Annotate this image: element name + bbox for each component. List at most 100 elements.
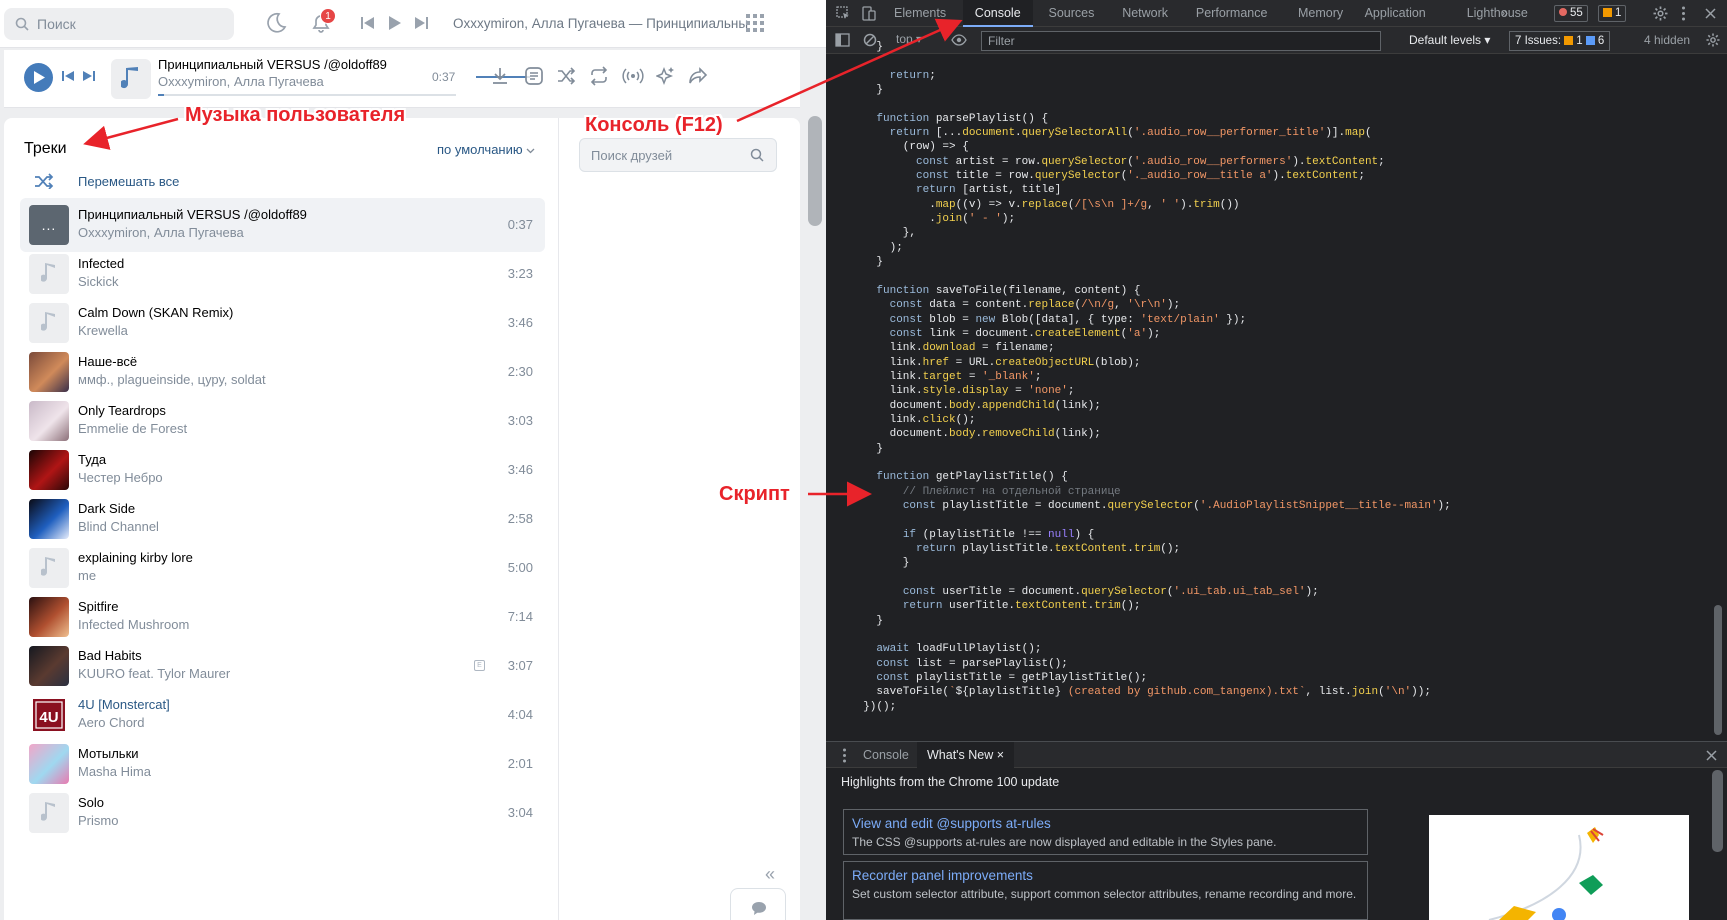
track-artist[interactable]: me	[78, 568, 96, 583]
player-next-icon[interactable]	[83, 70, 95, 82]
page-scrollbar[interactable]	[808, 116, 822, 226]
tracks-tab-title[interactable]: Треки	[24, 140, 67, 158]
track-title[interactable]: Принципиальный VERSUS /@oldoff89	[78, 207, 307, 222]
track-title[interactable]: 4U [Monstercat]	[78, 697, 170, 712]
track-title[interactable]: explaining kirby lore	[78, 550, 193, 565]
track-row[interactable]: Spitfire Infected Mushroom 7:14	[20, 590, 545, 644]
track-artist[interactable]: Честер Небро	[78, 470, 163, 485]
share-icon[interactable]	[688, 66, 708, 86]
track-row[interactable]: Наше-всё ммф., plagueinside, цуру, soldat…	[20, 345, 545, 399]
track-artist[interactable]: ммф., plagueinside, цуру, soldat	[78, 372, 266, 387]
track-title[interactable]: Туда	[78, 452, 106, 467]
devtools-tab-application[interactable]: Application	[1365, 0, 1426, 27]
repeat-icon[interactable]	[589, 66, 609, 86]
next-track-icon[interactable]	[415, 16, 428, 30]
track-cover-art[interactable]	[29, 499, 69, 539]
devtools-tab-sources[interactable]: Sources	[1049, 0, 1095, 27]
collapse-panel-button[interactable]: «	[765, 864, 775, 885]
track-row[interactable]: Мотыльки Masha Hima 2:01	[20, 737, 545, 791]
track-row[interactable]: ... Принципиальный VERSUS /@oldoff89 Oxxxy…	[20, 198, 545, 252]
whats-new-card[interactable]: Recorder panel improvements Set custom s…	[843, 861, 1368, 920]
close-icon[interactable]	[1705, 8, 1716, 19]
track-row[interactable]: Infected Sickick 3:23	[20, 247, 545, 301]
track-title[interactable]: Calm Down (SKAN Remix)	[78, 305, 233, 320]
track-artist[interactable]: Aero Chord	[78, 715, 144, 730]
whats-new-card-title[interactable]: Recorder panel improvements	[852, 868, 1359, 883]
settings-gear-icon[interactable]	[1653, 6, 1668, 21]
play-icon[interactable]	[389, 16, 401, 30]
track-artist[interactable]: Krewella	[78, 323, 128, 338]
devtools-tab-performance[interactable]: Performance	[1196, 0, 1268, 27]
track-row[interactable]: Calm Down (SKAN Remix) Krewella 3:46	[20, 296, 545, 350]
track-cover-placeholder[interactable]	[29, 793, 69, 833]
track-cover-art[interactable]	[29, 646, 69, 686]
track-title[interactable]: Bad Habits	[78, 648, 142, 663]
track-cover-art[interactable]	[29, 744, 69, 784]
shuffle-icon[interactable]	[556, 66, 576, 86]
track-cover-art[interactable]	[29, 450, 69, 490]
track-cover-art[interactable]	[29, 352, 69, 392]
devtools-tab-elements[interactable]: Elements	[894, 0, 946, 27]
track-title[interactable]: Infected	[78, 256, 124, 271]
track-artist[interactable]: Prismo	[78, 813, 118, 828]
track-cover-playing[interactable]: ...	[29, 205, 69, 245]
error-count-badge[interactable]: 55	[1554, 5, 1588, 22]
sort-dropdown[interactable]: по умолчанию	[437, 142, 535, 157]
track-row[interactable]: Solo Prismo 3:04	[20, 786, 545, 840]
track-artist[interactable]: Masha Hima	[78, 764, 151, 779]
track-cover-art[interactable]: 4U	[29, 695, 69, 735]
broadcast-icon[interactable]	[622, 66, 644, 86]
console-scrollbar-thumb[interactable]	[1714, 605, 1722, 735]
apps-grid-icon[interactable]	[746, 14, 764, 32]
search-input[interactable]: Поиск	[4, 8, 234, 40]
moon-icon[interactable]	[265, 12, 287, 34]
more-tabs-button[interactable]: »	[1501, 0, 1508, 27]
track-row[interactable]: 4U 4U [Monstercat] Aero Chord 4:04	[20, 688, 545, 742]
track-artist[interactable]: Sickick	[78, 274, 118, 289]
console-code-editor[interactable]: } return; } function parsePlaylist() { r…	[826, 40, 1711, 740]
messenger-button[interactable]	[730, 888, 786, 920]
player-progress-bar[interactable]	[158, 94, 456, 96]
track-artist[interactable]: Infected Mushroom	[78, 617, 189, 632]
track-title[interactable]: Мотыльки	[78, 746, 139, 761]
warning-count-badge[interactable]: 1	[1598, 5, 1627, 22]
whats-new-card-title[interactable]: View and edit @supports at-rules	[852, 816, 1359, 831]
track-cover-placeholder[interactable]	[29, 303, 69, 343]
track-artist[interactable]: Oxxxymiron, Алла Пугачева	[78, 225, 244, 240]
track-row[interactable]: explaining kirby lore me 5:00	[20, 541, 545, 595]
player-track-artist[interactable]: Oxxxymiron, Алла Пугачева	[158, 74, 324, 89]
track-row[interactable]: Туда Честер Небро 3:46	[20, 443, 545, 497]
devtools-tab-console[interactable]: Console	[962, 0, 1033, 27]
player-play-button[interactable]	[24, 63, 53, 92]
track-cover-art[interactable]	[29, 597, 69, 637]
whats-new-scrollbar[interactable]	[1712, 770, 1723, 852]
track-artist[interactable]: Emmelie de Forest	[78, 421, 187, 436]
download-icon[interactable]	[490, 66, 510, 86]
close-drawer-icon[interactable]	[1706, 750, 1717, 761]
track-title[interactable]: Solo	[78, 795, 104, 810]
devtools-tab-memory[interactable]: Memory	[1298, 0, 1343, 27]
devtools-tab-network[interactable]: Network	[1122, 0, 1168, 27]
device-toolbar-icon[interactable]	[861, 6, 876, 21]
track-row[interactable]: Bad Habits KUURO feat. Tylor Maurer E 3:07	[20, 639, 545, 693]
whats-new-card[interactable]: View and edit @supports at-rules The CSS…	[843, 809, 1368, 855]
track-row[interactable]: Only Teardrops Emmelie de Forest 3:03	[20, 394, 545, 448]
track-artist[interactable]: KUURO feat. Tylor Maurer	[78, 666, 230, 681]
friends-search-input[interactable]: Поиск друзей	[579, 138, 777, 172]
more-vertical-icon[interactable]	[1681, 6, 1686, 21]
inspect-element-icon[interactable]	[836, 6, 851, 21]
drawer-more-icon[interactable]	[842, 748, 847, 763]
track-artist[interactable]: Blind Channel	[78, 519, 159, 534]
recommendations-sparkle-icon[interactable]	[656, 66, 676, 86]
track-title[interactable]: Only Teardrops	[78, 403, 166, 418]
track-cover-art[interactable]	[29, 401, 69, 441]
lyrics-icon[interactable]	[524, 66, 544, 86]
drawer-tab-console[interactable]: Console	[853, 742, 919, 769]
track-cover-placeholder[interactable]	[29, 254, 69, 294]
track-title[interactable]: Наше-всё	[78, 354, 137, 369]
header-now-playing[interactable]: Oxxxymiron, Алла Пугачева — Принципиальн…	[453, 16, 748, 31]
track-cover-placeholder[interactable]	[29, 548, 69, 588]
drawer-tab-whats-new[interactable]: What's New ×	[917, 742, 1015, 769]
prev-track-icon[interactable]	[361, 16, 374, 30]
track-title[interactable]: Dark Side	[78, 501, 135, 516]
